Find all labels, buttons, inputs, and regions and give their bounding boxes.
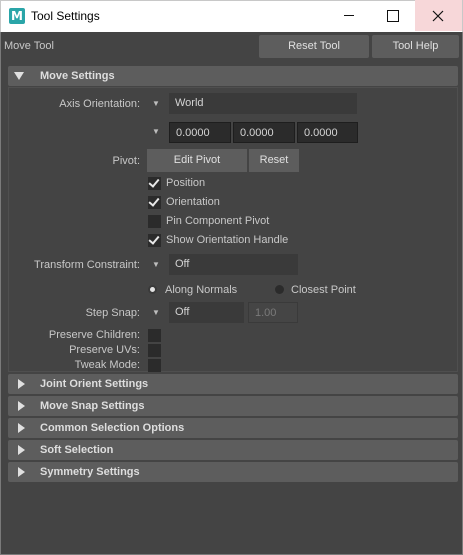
step-snap-label: Step Snap: bbox=[85, 307, 140, 319]
reset-tool-button[interactable]: Reset Tool bbox=[259, 35, 369, 58]
preserve-uvs-label: Preserve UVs: bbox=[69, 344, 140, 356]
preserve-children-label: Preserve Children: bbox=[48, 329, 140, 341]
pin-component-pivot-checkbox[interactable] bbox=[148, 215, 161, 228]
axis-y-field[interactable]: 0.0000 bbox=[233, 122, 295, 143]
transform-constraint-label: Transform Constraint: bbox=[34, 259, 140, 271]
section-common-selection-options[interactable]: Common Selection Options bbox=[8, 418, 458, 438]
section-title: Move Snap Settings bbox=[40, 400, 145, 412]
collapsed-triangle-icon bbox=[18, 401, 25, 411]
maya-app-icon: M bbox=[9, 8, 25, 24]
tweak-mode-label: Tweak Mode: bbox=[74, 359, 140, 371]
reset-pivot-button[interactable]: Reset bbox=[249, 149, 299, 172]
pivot-label: Pivot: bbox=[112, 155, 140, 167]
position-checkbox[interactable] bbox=[148, 177, 161, 190]
collapsed-triangle-icon bbox=[18, 467, 25, 477]
section-title: Move Settings bbox=[40, 70, 115, 82]
collapsed-triangle-icon bbox=[18, 445, 25, 455]
minimize-icon[interactable] bbox=[326, 0, 372, 31]
axis-orientation-label: Axis Orientation: bbox=[59, 98, 140, 110]
section-title: Soft Selection bbox=[40, 444, 114, 456]
step-snap-dropdown-icon[interactable]: ▼ bbox=[152, 308, 160, 317]
orientation-checkbox[interactable] bbox=[148, 196, 161, 209]
collapsed-triangle-icon bbox=[18, 379, 25, 389]
transform-constraint-dropdown-icon[interactable]: ▼ bbox=[152, 260, 160, 269]
show-orientation-handle-label: Show Orientation Handle bbox=[166, 234, 289, 246]
axis-orientation-dropdown-icon[interactable]: ▼ bbox=[152, 99, 160, 108]
close-icon[interactable] bbox=[415, 0, 462, 31]
preserve-children-checkbox[interactable] bbox=[148, 329, 161, 342]
section-move-snap-settings[interactable]: Move Snap Settings bbox=[8, 396, 458, 416]
section-title: Joint Orient Settings bbox=[40, 378, 149, 390]
position-checkbox-label: Position bbox=[166, 177, 206, 189]
transform-constraint-select[interactable]: Off bbox=[169, 254, 298, 275]
tool-help-button[interactable]: Tool Help bbox=[372, 35, 459, 58]
along-normals-label: Along Normals bbox=[165, 284, 238, 296]
preserve-uvs-checkbox[interactable] bbox=[148, 344, 161, 357]
orientation-checkbox-label: Orientation bbox=[166, 196, 220, 208]
axis-orientation-select[interactable]: World bbox=[169, 93, 357, 114]
edit-pivot-button[interactable]: Edit Pivot bbox=[147, 149, 247, 172]
tweak-mode-checkbox[interactable] bbox=[148, 359, 161, 372]
axis-x-field[interactable]: 0.0000 bbox=[169, 122, 231, 143]
section-title: Symmetry Settings bbox=[40, 466, 140, 478]
along-normals-radio[interactable] bbox=[148, 285, 157, 294]
closest-point-label: Closest Point bbox=[291, 284, 356, 296]
show-orientation-handle-checkbox[interactable] bbox=[148, 234, 161, 247]
step-snap-amount-field[interactable]: 1.00 bbox=[248, 302, 298, 323]
axis-values-dropdown-icon[interactable]: ▼ bbox=[152, 127, 160, 136]
section-soft-selection[interactable]: Soft Selection bbox=[8, 440, 458, 460]
maximize-icon[interactable] bbox=[370, 0, 416, 31]
window-title: Tool Settings bbox=[31, 9, 100, 23]
section-title: Common Selection Options bbox=[40, 422, 185, 434]
section-move-settings[interactable]: Move Settings bbox=[8, 66, 458, 86]
collapsed-triangle-icon bbox=[18, 423, 25, 433]
section-joint-orient-settings[interactable]: Joint Orient Settings bbox=[8, 374, 458, 394]
closest-point-radio[interactable] bbox=[275, 285, 284, 294]
pin-component-pivot-label: Pin Component Pivot bbox=[166, 215, 270, 227]
axis-z-field[interactable]: 0.0000 bbox=[297, 122, 358, 143]
section-symmetry-settings[interactable]: Symmetry Settings bbox=[8, 462, 458, 482]
expanded-triangle-icon bbox=[14, 72, 24, 80]
tool-name: Move Tool bbox=[4, 40, 54, 52]
step-snap-select[interactable]: Off bbox=[169, 302, 244, 323]
